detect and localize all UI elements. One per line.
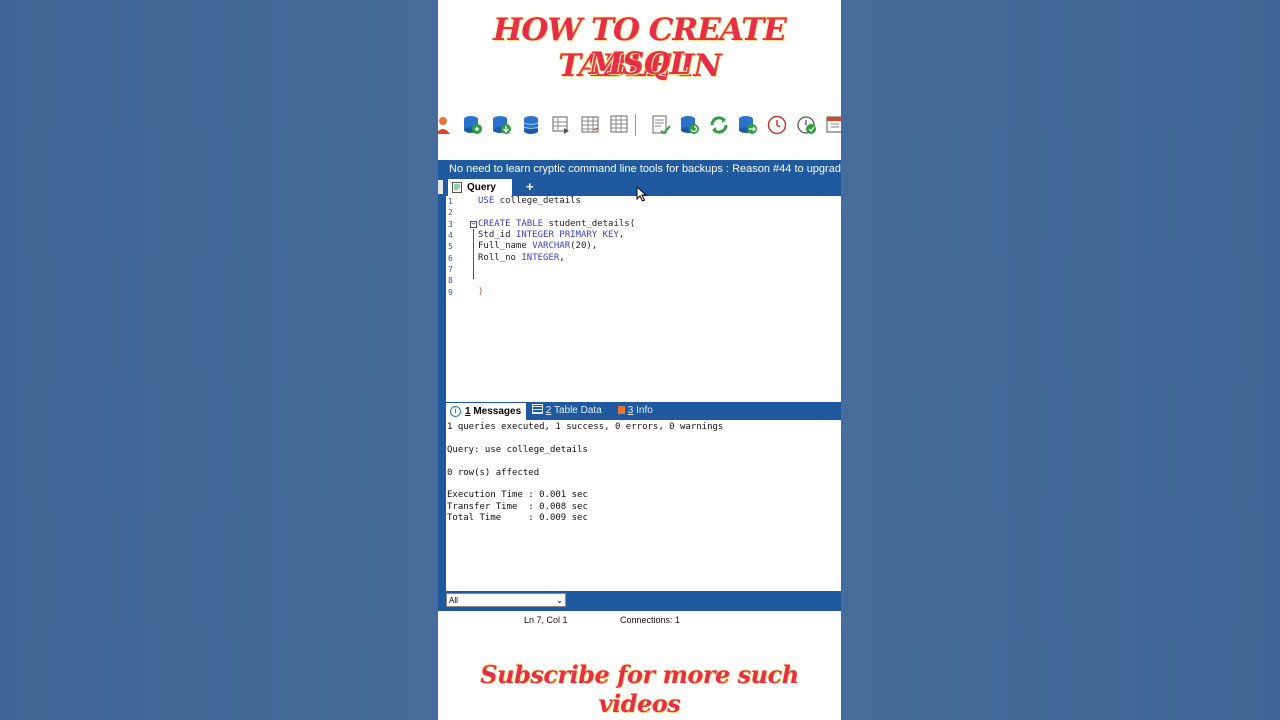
upgrade-banner[interactable]: No need to learn cryptic command line to… [438,160,841,178]
window-icon[interactable] [824,114,841,136]
code-line-5: Full_name VARCHAR(20), [478,241,597,251]
table-grid-icon[interactable] [580,114,602,136]
line-number: 6 [448,254,453,263]
identifier: Std_id [478,230,516,240]
message-line: 1 queries executed, 1 success, 0 errors,… [447,422,724,432]
keyword: INTEGER PRIMARY KEY [515,230,619,240]
line-number: 2 [448,208,453,217]
tab-messages[interactable]: i 1 Messages [446,403,526,420]
line-number: 8 [448,276,453,285]
messages-panel[interactable]: 1 queries executed, 1 success, 0 errors,… [446,420,841,591]
table-export-icon[interactable] [551,114,573,136]
filter-selected-value: All [449,596,458,605]
db-icon[interactable] [521,114,543,136]
tab-table-data-label: Table Data [551,405,602,416]
info-doc-icon [618,406,625,414]
fold-guide [473,229,474,279]
tab-info[interactable]: 3 Info [618,402,653,420]
tab-table-data[interactable]: 2 Table Data [532,402,602,420]
message-line: Total Time : 0.009 sec [447,513,588,523]
add-tab-button[interactable]: + [526,178,534,196]
tab-query[interactable]: Query [448,179,512,196]
db-import-icon[interactable] [491,114,513,136]
keyword: USE [478,196,495,206]
tab-messages-label: Messages [470,406,522,417]
punctuation: (20), [570,241,598,251]
chevron-down-icon: ⌄ [556,596,563,605]
identifier: Full_name [478,241,533,251]
query-icon [452,182,462,193]
filter-bar: All ⌄ [446,591,841,611]
splitter-handle[interactable] [438,180,443,194]
db-refresh-icon[interactable] [679,114,701,136]
user-icon[interactable] [438,114,456,136]
sql-editor[interactable]: 1 2 3 4 5 6 7 8 9 − USE college_details … [446,196,841,402]
line-number: 4 [448,231,453,240]
fold-toggle[interactable]: − [470,221,477,228]
video-frame: HOW TO CREATE TABLE IN MSQL No need to l… [438,0,841,720]
connections-count: Connections: 1 [620,615,681,625]
refresh-icon[interactable] [708,114,730,136]
line-number: 5 [448,242,453,251]
identifier: student_details( [543,219,636,229]
identifier: Roll_no [478,253,522,263]
db-sync-icon[interactable] [737,114,759,136]
schedule-icon[interactable] [796,114,818,136]
keyword: TABLE [515,219,544,229]
table-icon [532,404,543,414]
clock-icon[interactable] [766,114,788,136]
toolbar [438,110,841,140]
keyword: VARCHAR [532,241,571,251]
line-number: 1 [448,197,453,206]
keyword: INTEGER [521,253,560,263]
db-add-icon[interactable] [462,114,484,136]
message-line: 0 row(s) affected [447,468,540,478]
message-filter-select[interactable]: All ⌄ [446,593,566,607]
toolbar-separator [635,114,636,136]
identifier: college_details [494,196,581,206]
object-browser-edge [438,178,446,611]
line-number: 3 [448,220,453,229]
code-line-6: Roll_no INTEGER, [478,253,565,263]
tab-info-label: Info [633,405,653,416]
subscribe-caption: Subscribe for more such videos [480,660,799,718]
tab-query-label: Query [467,182,496,193]
edit-doc-icon[interactable] [650,114,672,136]
video-title-line2: MSQL [588,46,692,82]
code-line-1: USE college_details [478,196,581,206]
line-number: 9 [448,288,453,297]
line-number: 7 [448,265,453,274]
punctuation: , [559,253,565,263]
mouse-pointer-icon [636,186,648,202]
code-line-4: Std_id INTEGER PRIMARY KEY, [478,230,624,240]
message-line: Transfer Time : 0.008 sec [447,502,588,512]
punctuation: , [618,230,625,240]
cursor-position: Ln 7, Col 1 [524,615,568,625]
table-alt-icon[interactable] [609,114,631,136]
result-tab-bar: i 1 Messages 2 Table Data 3 Info [446,402,841,420]
code-line-3: CREATE TABLE student_details( [478,219,635,229]
info-circle-icon: i [450,406,461,417]
keyword: CREATE [478,219,511,229]
code-line-9: ) [478,287,484,297]
status-bar: Ln 7, Col 1 Connections: 1 [438,611,841,629]
message-line: Query: use college_details [447,445,588,455]
message-line: Execution Time : 0.001 sec [447,490,588,500]
